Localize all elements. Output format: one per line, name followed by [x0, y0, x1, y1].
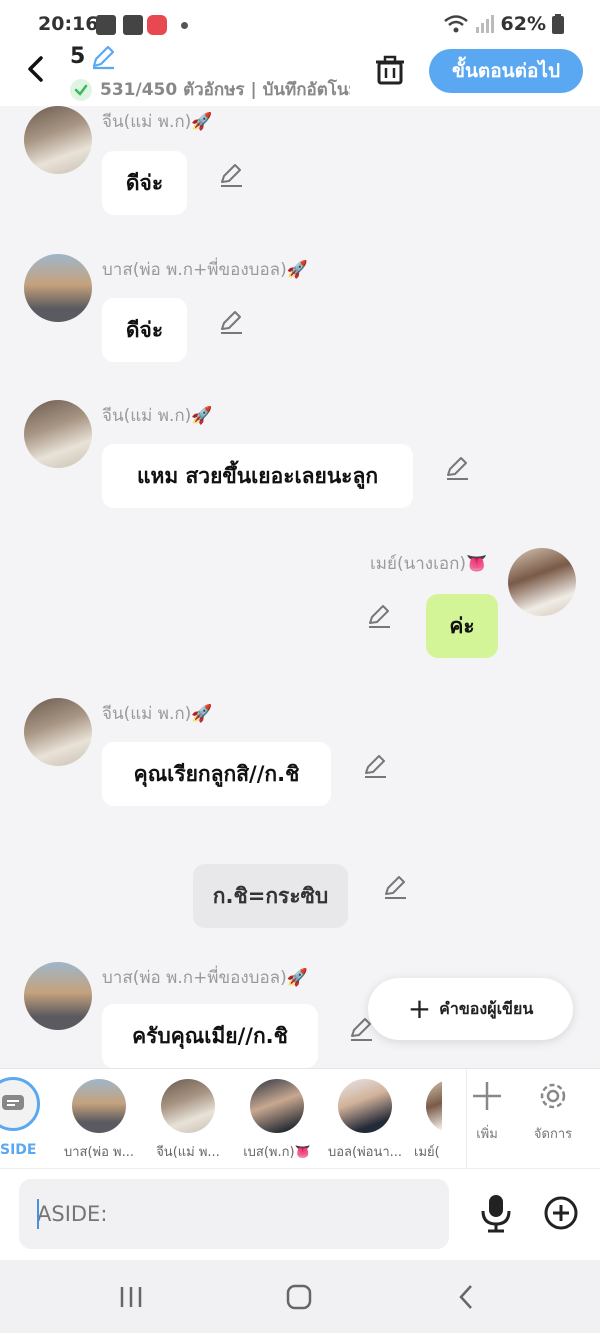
message-input[interactable] — [19, 1179, 449, 1249]
chat-bubble-icon — [2, 1095, 24, 1110]
back-arrow-icon — [459, 1285, 472, 1309]
message-bubble[interactable]: ค่ะ — [426, 594, 498, 658]
avatar — [161, 1079, 215, 1133]
add-circle-icon[interactable] — [543, 1195, 579, 1231]
add-label: เพิ่ม — [476, 1127, 498, 1142]
character-chip[interactable]: จีน(แม่ พ... — [148, 1079, 228, 1162]
avatar — [250, 1079, 304, 1133]
narration-bubble[interactable]: ก.ชิ=กระซิบ — [193, 864, 348, 928]
message-bubble[interactable]: คุณเรียกลูกสิ//ก.ชิ — [102, 742, 331, 806]
plus-icon — [473, 1082, 501, 1110]
avatar[interactable] — [24, 962, 92, 1030]
edit-message-pencil-icon[interactable] — [218, 162, 244, 188]
avatar — [426, 1079, 442, 1133]
checkbox-icon — [123, 15, 143, 35]
character-count-text: 531/450 ตัวอักษร | บันทึกอัตโนมัติ — [100, 80, 350, 100]
message-bubble[interactable]: ดีจ่ะ — [102, 298, 187, 362]
gallery-icon — [96, 15, 116, 35]
chat-area: จีน(แม่ พ.ก)🚀 ดีจ่ะ บาส(พ่อ พ.ก+พี่ของบอ… — [0, 106, 600, 1068]
message-bubble[interactable]: ดีจ่ะ — [102, 151, 187, 215]
dot-icon — [181, 22, 188, 29]
speaker-name: เมย์(นางเอก)👅 — [370, 554, 488, 574]
wifi-icon — [443, 15, 468, 33]
back-nav-button[interactable] — [446, 1280, 486, 1314]
avatar[interactable] — [24, 106, 92, 174]
check-icon — [70, 78, 92, 101]
battery-percent: 62% — [500, 13, 546, 35]
clock: 20:16 — [38, 13, 99, 35]
manage-characters-button[interactable]: จัดการ — [523, 1079, 583, 1144]
home-icon — [286, 1284, 312, 1310]
character-label: จีน(แม่ พ... — [156, 1145, 220, 1160]
aside-chip[interactable] — [0, 1077, 40, 1131]
home-button[interactable] — [279, 1280, 319, 1314]
message-bubble[interactable]: ครับคุณเมีย//ก.ชิ — [102, 1004, 318, 1068]
text-cursor — [37, 1199, 39, 1229]
avatar[interactable] — [508, 548, 576, 616]
speaker-name: บาส(พ่อ พ.ก+พี่ของบอล)🚀 — [102, 968, 308, 988]
signal-icon — [475, 15, 494, 33]
author-note-label: คำของผู้เขียน — [439, 998, 534, 1018]
recent-apps-icon — [120, 1287, 142, 1307]
author-note-button[interactable]: + คำของผู้เขียน — [368, 978, 573, 1040]
edit-message-pencil-icon[interactable] — [366, 603, 392, 629]
character-label: เมย์( — [414, 1145, 440, 1160]
composer — [0, 1168, 600, 1260]
plus-icon: + — [407, 992, 432, 1025]
character-selector: SIDE บาส(พ่อ พ... จีน(แม่ พ... เบส(พ.ก)👅… — [0, 1068, 600, 1169]
manage-label: จัดการ — [533, 1127, 573, 1142]
character-label: บอล(พ่อนา... — [327, 1145, 403, 1160]
game-app-icon — [147, 15, 167, 35]
character-chip[interactable]: บาส(พ่อ พ... — [59, 1079, 139, 1162]
avatar[interactable] — [24, 400, 92, 468]
gear-icon — [540, 1083, 566, 1109]
aside-label: SIDE — [0, 1142, 37, 1158]
edit-title-pencil-icon[interactable] — [90, 44, 116, 70]
status-bar: 20:16 62% — [0, 0, 600, 50]
character-label: เบส(พ.ก)👅 — [243, 1145, 311, 1160]
edit-message-pencil-icon[interactable] — [382, 874, 408, 900]
battery-icon — [552, 14, 564, 34]
speaker-name: จีน(แม่ พ.ก)🚀 — [102, 112, 213, 132]
character-chip[interactable]: เบส(พ.ก)👅 — [237, 1079, 317, 1162]
edit-message-pencil-icon[interactable] — [444, 455, 470, 481]
next-step-button[interactable]: ขั้นตอนต่อไป — [429, 49, 583, 93]
edit-message-pencil-icon[interactable] — [362, 753, 388, 779]
character-label: บาส(พ่อ พ... — [63, 1145, 135, 1160]
character-chip[interactable]: เมย์( — [414, 1079, 442, 1162]
avatar — [338, 1079, 392, 1133]
edit-message-pencil-icon[interactable] — [218, 309, 244, 335]
avatar — [72, 1079, 126, 1133]
character-chip[interactable]: บอล(พ่อนา... — [325, 1079, 405, 1162]
system-nav-bar — [0, 1260, 600, 1333]
trash-icon[interactable] — [372, 52, 408, 88]
episode-number: 5 — [70, 44, 86, 69]
back-button[interactable] — [20, 52, 50, 86]
avatar[interactable] — [24, 698, 92, 766]
chevron-left-icon — [28, 56, 43, 82]
autosave-status: 531/450 ตัวอักษร | บันทึกอัตโนมัติ — [70, 76, 350, 103]
microphone-icon[interactable] — [478, 1193, 514, 1233]
avatar[interactable] — [24, 254, 92, 322]
speaker-name: บาส(พ่อ พ.ก+พี่ของบอล)🚀 — [102, 260, 308, 280]
editor-header: 5 531/450 ตัวอักษร | บันทึกอัตโนมัติ ขั้… — [0, 44, 600, 106]
add-character-button[interactable]: เพิ่ม — [457, 1079, 517, 1144]
speaker-name: จีน(แม่ พ.ก)🚀 — [102, 406, 213, 426]
speaker-name: จีน(แม่ พ.ก)🚀 — [102, 704, 213, 724]
recent-apps-button[interactable] — [111, 1280, 151, 1314]
message-bubble[interactable]: แหม สวยขึ้นเยอะเลยนะลูก — [102, 444, 413, 508]
